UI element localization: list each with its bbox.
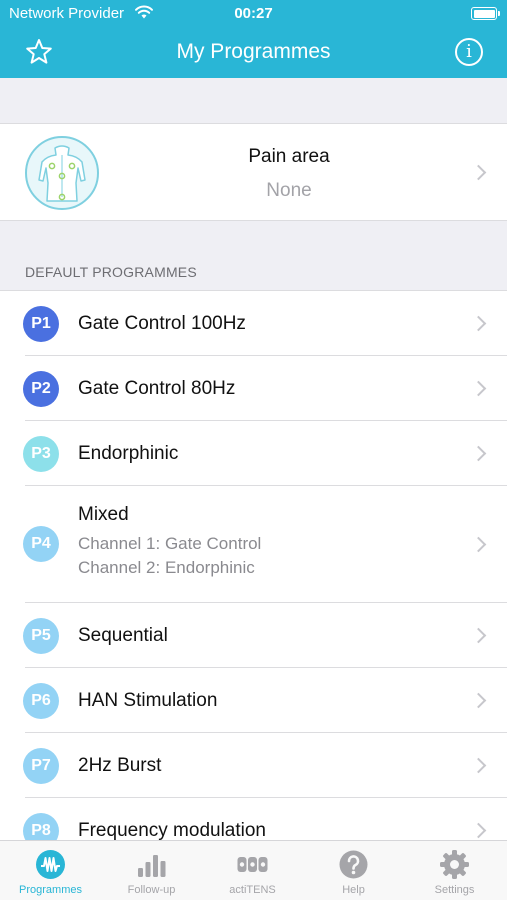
- tab-follow-up[interactable]: Follow-up: [101, 841, 202, 900]
- section-header: DEFAULT PROGRAMMES: [25, 264, 197, 280]
- chevron-right-icon: [470, 627, 487, 644]
- chevron-right-icon: [470, 315, 487, 332]
- programme-item-p7[interactable]: P7 2Hz Burst: [0, 733, 507, 798]
- body-map-icon: [25, 136, 99, 210]
- programme-name: Gate Control 80Hz: [78, 378, 236, 399]
- tab-label: actiTENS: [229, 884, 276, 896]
- programme-name: Gate Control 100Hz: [78, 313, 246, 334]
- chevron-right-icon: [470, 692, 487, 709]
- chevron-right-icon: [470, 536, 487, 553]
- tab-actitens[interactable]: actiTENS: [202, 841, 303, 900]
- nav-bar: My Programmes i: [0, 28, 507, 78]
- status-bar: Network Provider 00:27: [0, 0, 507, 28]
- chevron-right-icon: [470, 822, 487, 839]
- programme-item-p1[interactable]: P1 Gate Control 100Hz: [0, 291, 507, 356]
- pain-area-value: None: [266, 180, 312, 201]
- question-icon: [339, 850, 368, 879]
- chevron-right-icon: [470, 380, 487, 397]
- programme-item-p6[interactable]: P6 HAN Stimulation: [0, 668, 507, 733]
- tab-label: Programmes: [19, 884, 82, 896]
- programme-channel-1: Channel 1: Gate Control: [78, 534, 262, 553]
- programme-channel-2: Channel 2: Endorphinic: [78, 558, 255, 577]
- programme-name: HAN Stimulation: [78, 690, 218, 711]
- programme-item-p4[interactable]: P4 Mixed Channel 1: Gate Control Channel…: [0, 486, 507, 603]
- programme-badge: P2: [23, 371, 59, 407]
- info-icon[interactable]: i: [455, 38, 483, 66]
- gear-icon: [440, 850, 469, 879]
- programme-name: Sequential: [78, 625, 168, 646]
- tab-help[interactable]: Help: [303, 841, 404, 900]
- device-icon: [237, 857, 268, 872]
- chevron-right-icon: [470, 445, 487, 462]
- pain-area-title: Pain area: [248, 146, 330, 167]
- programme-badge: P5: [23, 618, 59, 654]
- chevron-right-icon: [470, 164, 487, 181]
- programme-badge: P4: [23, 526, 59, 562]
- bar-chart-icon: [138, 855, 166, 877]
- programme-list: P1 Gate Control 100Hz P2 Gate Control 80…: [0, 290, 507, 840]
- programme-badge: P1: [23, 306, 59, 342]
- programme-item-p3[interactable]: P3 Endorphinic: [0, 421, 507, 486]
- programme-badge: P3: [23, 436, 59, 472]
- tab-bar: Programmes Follow-up actiTENS Help Setti…: [0, 840, 507, 900]
- tab-label: Help: [342, 884, 365, 896]
- programme-name: Mixed: [78, 504, 129, 525]
- pain-area-row[interactable]: Pain area None: [0, 123, 507, 221]
- programme-badge: P7: [23, 748, 59, 784]
- programme-item-p2[interactable]: P2 Gate Control 80Hz: [0, 356, 507, 421]
- tab-label: Settings: [434, 884, 475, 896]
- tab-programmes[interactable]: Programmes: [0, 841, 101, 900]
- programme-badge: P8: [23, 813, 59, 840]
- waveform-icon: [36, 850, 65, 879]
- programme-name: Endorphinic: [78, 443, 179, 464]
- clock: 00:27: [234, 5, 273, 22]
- programme-item-p8[interactable]: P8 Frequency modulation: [0, 798, 507, 840]
- programme-badge: P6: [23, 683, 59, 719]
- tab-label: Follow-up: [127, 884, 176, 896]
- tab-settings[interactable]: Settings: [404, 841, 505, 900]
- programme-name: 2Hz Burst: [78, 755, 162, 776]
- battery-icon: [471, 7, 500, 20]
- page-title: My Programmes: [176, 40, 331, 63]
- chevron-right-icon: [470, 757, 487, 774]
- programme-item-p5[interactable]: P5 Sequential: [0, 603, 507, 668]
- programme-name: Frequency modulation: [78, 820, 266, 840]
